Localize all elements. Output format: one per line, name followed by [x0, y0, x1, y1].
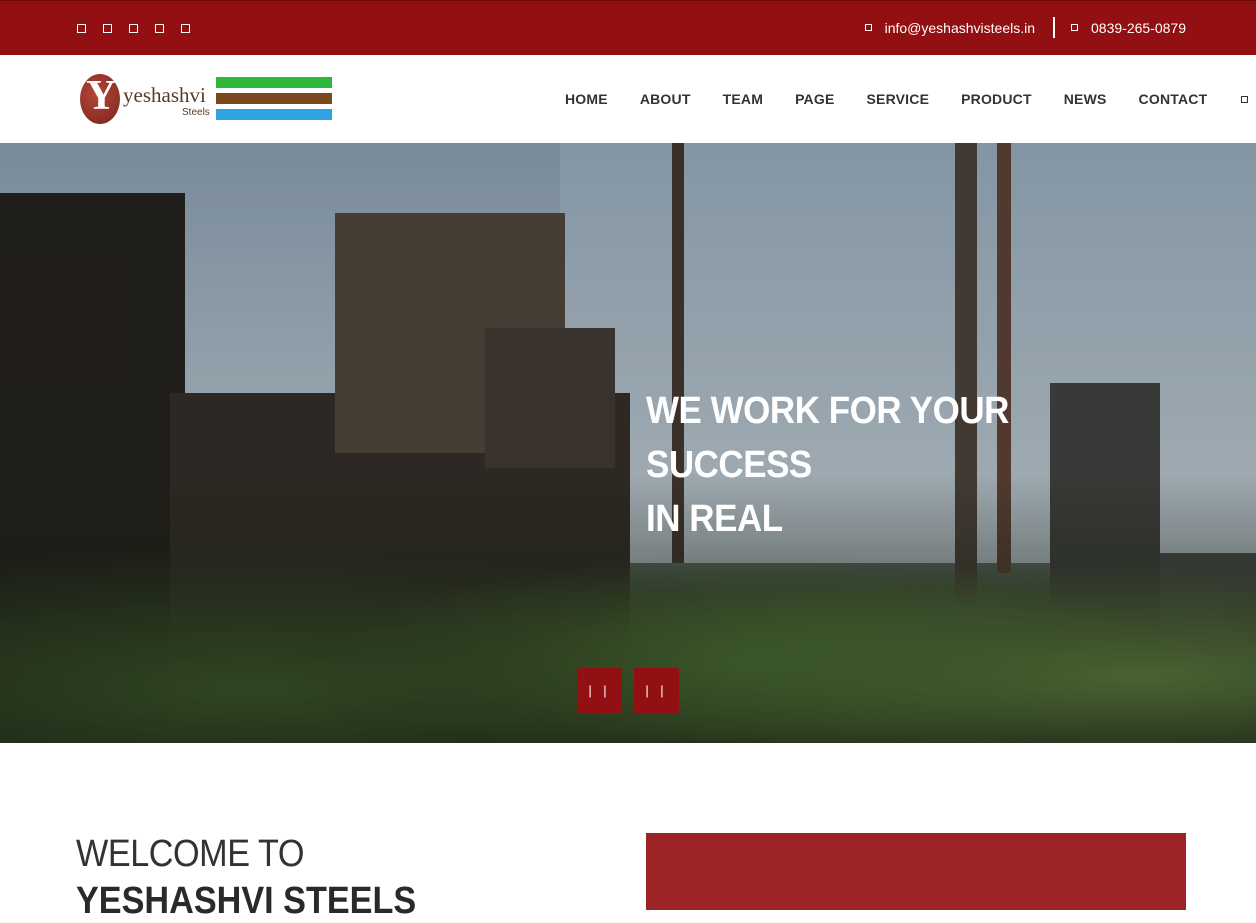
- welcome-line1: WELCOME TO: [76, 833, 304, 875]
- nav-team[interactable]: TEAM: [723, 91, 763, 107]
- hero-headline: WE WORK FOR YOUR SUCCESS IN REAL: [646, 384, 1161, 546]
- facebook-icon[interactable]: [77, 24, 86, 33]
- divider: [1053, 17, 1056, 38]
- logo-stripe-green: [216, 77, 332, 88]
- contact-info: info@yeshashvisteels.in 0839-265-0879: [864, 17, 1186, 38]
- welcome-image: [646, 833, 1186, 910]
- hero-headline-line2: IN REAL: [646, 498, 783, 540]
- instagram-icon[interactable]: [181, 24, 190, 33]
- phone-icon: [1071, 24, 1079, 31]
- twitter-icon[interactable]: [103, 24, 112, 33]
- main-nav: HOME ABOUT TEAM PAGE SERVICE PRODUCT NEW…: [565, 55, 1249, 143]
- nav-home[interactable]: HOME: [565, 91, 608, 107]
- slider-prev-button[interactable]: | |: [577, 668, 622, 713]
- envelope-icon: [864, 24, 872, 31]
- main-header: Y yeshashvi Steels HOME ABOUT TEAM PAGE …: [0, 55, 1256, 143]
- search-icon[interactable]: [1241, 95, 1249, 103]
- nav-news[interactable]: NEWS: [1064, 91, 1107, 107]
- hero-headline-line1: WE WORK FOR YOUR SUCCESS: [646, 390, 1009, 486]
- hero-slider: WE WORK FOR YOUR SUCCESS IN REAL | | | |: [0, 143, 1256, 743]
- logo-subtitle: Steels: [182, 107, 210, 118]
- email-link[interactable]: info@yeshashvisteels.in: [885, 20, 1035, 36]
- site-logo[interactable]: Y yeshashvi Steels: [80, 73, 332, 126]
- nav-page[interactable]: PAGE: [795, 91, 834, 107]
- nav-service[interactable]: SERVICE: [867, 91, 930, 107]
- logo-initial: Y: [86, 73, 117, 119]
- linkedin-icon[interactable]: [155, 24, 164, 33]
- nav-contact[interactable]: CONTACT: [1139, 91, 1208, 107]
- nav-about[interactable]: ABOUT: [640, 91, 691, 107]
- nav-product[interactable]: PRODUCT: [961, 91, 1032, 107]
- logo-stripe-brown: [216, 93, 332, 104]
- phone-number[interactable]: 0839-265-0879: [1091, 20, 1186, 36]
- top-bar: info@yeshashvisteels.in 0839-265-0879: [0, 0, 1256, 55]
- slider-next-button[interactable]: | |: [634, 668, 679, 713]
- logo-name: yeshashvi: [123, 83, 206, 107]
- logo-stripe-blue: [216, 109, 332, 120]
- social-links: [77, 24, 190, 33]
- google-plus-icon[interactable]: [129, 24, 138, 33]
- welcome-line2: YESHASHVI STEELS: [76, 880, 417, 922]
